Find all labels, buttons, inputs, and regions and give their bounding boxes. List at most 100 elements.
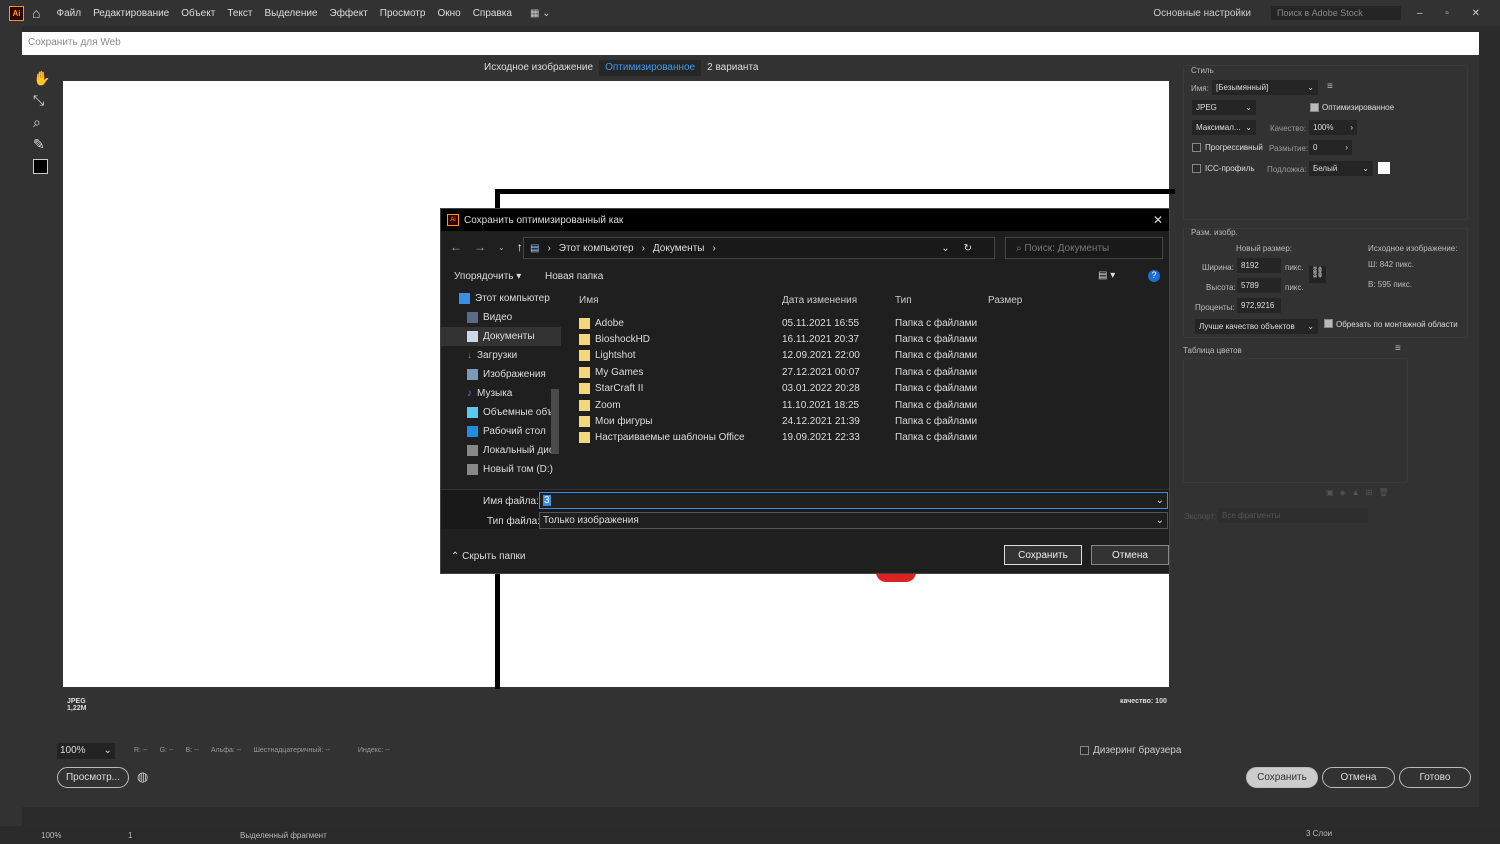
breadcrumb-computer[interactable]: Этот компьютер xyxy=(559,243,634,254)
arrange-docs-icon[interactable]: ▦ ⌄ xyxy=(530,8,551,19)
file-row[interactable]: Мои фигуры 24.12.2021 21:39 Папка с файлам… xyxy=(579,413,1159,429)
status-artboard[interactable]: 1 xyxy=(128,831,132,840)
quality-input[interactable]: 100% › xyxy=(1309,120,1357,135)
blur-input[interactable]: 0 › xyxy=(1309,140,1352,155)
nav-label: Загрузки xyxy=(477,350,518,361)
close-icon[interactable]: ✕ xyxy=(1153,213,1163,227)
sfw-tools: ✋ ⤡ ⌕ ✎ xyxy=(33,67,50,174)
preview-button[interactable]: Просмотр... xyxy=(57,767,129,788)
search-input[interactable]: ⌕ Поиск: Документы xyxy=(1005,237,1163,259)
folder-icon xyxy=(579,317,590,329)
nav-music[interactable]: ♪ Музыка xyxy=(441,384,561,403)
search-placeholder: Поиск: Документы xyxy=(1024,243,1110,254)
status-bar: 100% 1 Выделенный фрагмент 3 Слои xyxy=(0,827,1500,844)
file-row[interactable]: Настраиваемые шаблоны Office 19.09.2021 2… xyxy=(579,430,1159,446)
eyedropper-icon[interactable]: ✎ xyxy=(33,133,50,155)
back-icon[interactable]: ← xyxy=(450,240,462,254)
menu-help[interactable]: Справка xyxy=(473,8,512,19)
format-select[interactable]: JPEG ⌄ xyxy=(1192,100,1256,115)
forward-icon[interactable]: → xyxy=(474,240,486,254)
preset-select[interactable]: [Безымянный] ⌄ xyxy=(1212,80,1318,95)
up-icon[interactable]: ↑ xyxy=(517,240,523,254)
sfw-done-button[interactable]: Готово xyxy=(1399,767,1471,788)
filename-input[interactable]: 3 ⌄ xyxy=(539,492,1168,509)
status-zoom[interactable]: 100% xyxy=(41,831,61,840)
col-size[interactable]: Размер xyxy=(988,295,1048,306)
nav-scrollbar[interactable] xyxy=(551,389,559,454)
menu-type[interactable]: Текст xyxy=(227,8,252,19)
file-row[interactable]: Lightshot 12.09.2021 22:00 Папка с файлами xyxy=(579,348,1159,364)
nav-local-disk[interactable]: Локальный дис xyxy=(441,441,561,460)
link-icon[interactable]: ⛓ xyxy=(1309,266,1326,283)
matte-select[interactable]: Белый ⌄ xyxy=(1309,161,1373,176)
col-name[interactable]: Имя xyxy=(579,295,782,306)
file-row[interactable]: BioshockHD 16.11.2021 20:37 Папка с файлам… xyxy=(579,331,1159,347)
breadcrumb-documents[interactable]: Документы xyxy=(653,243,705,254)
slice-select-icon[interactable]: ⤡ xyxy=(33,89,50,111)
chevron-down-icon: ⌄ xyxy=(103,745,112,756)
hand-icon[interactable]: ✋ xyxy=(33,67,50,89)
col-type[interactable]: Тип xyxy=(895,295,988,306)
eyedropper-color-swatch[interactable] xyxy=(33,159,48,174)
icc-checkbox[interactable] xyxy=(1192,164,1201,173)
col-date[interactable]: Дата изменения xyxy=(782,295,895,306)
workspace-switcher[interactable]: Основные настройки xyxy=(1153,8,1251,19)
globe-icon[interactable]: ◍ xyxy=(137,769,148,785)
dialog-cancel-button[interactable]: Отмена xyxy=(1091,545,1169,565)
panel-menu-icon[interactable]: ≡ xyxy=(1327,81,1333,92)
file-name: Adobe xyxy=(595,317,624,329)
menu-effect[interactable]: Эффект xyxy=(330,8,368,19)
height-input[interactable]: 5789 xyxy=(1237,278,1281,293)
color-table-icons[interactable]: ▣◈▲⊞🗑 xyxy=(1326,488,1395,497)
file-row[interactable]: My Games 27.12.2021 00:07 Папка с файлами xyxy=(579,364,1159,380)
refresh-icon[interactable]: ⌄↻ xyxy=(941,243,986,254)
nav-volume-d[interactable]: Новый том (D:) xyxy=(441,460,561,479)
file-row[interactable]: StarCraft II 03.01.2022 20:28 Папка с файл… xyxy=(579,381,1159,397)
dialog-save-button[interactable]: Сохранить xyxy=(1004,545,1082,565)
menu-view[interactable]: Просмотр xyxy=(380,8,426,19)
view-options-icon[interactable]: ▤ ▾ xyxy=(1098,270,1115,281)
nav-documents[interactable]: Документы xyxy=(441,327,561,346)
recent-icon[interactable]: ⌄ xyxy=(498,243,505,254)
orig-width: Ш: 842 пикс. xyxy=(1368,260,1414,269)
menu-select[interactable]: Выделение xyxy=(265,8,318,19)
menu-edit[interactable]: Редактирование xyxy=(93,8,169,19)
file-row[interactable]: Adobe 05.11.2021 16:55 Папка с файлами xyxy=(579,315,1159,331)
stock-search[interactable]: Поиск в Adobe Stock xyxy=(1270,6,1401,20)
color-table-menu-icon[interactable]: ≡ xyxy=(1395,343,1401,354)
organize-button[interactable]: Упорядочить ▾ xyxy=(454,271,521,282)
file-row[interactable]: Zoom 11.10.2021 18:25 Папка с файлами xyxy=(579,397,1159,413)
help-icon[interactable]: ? xyxy=(1148,270,1160,282)
home-icon[interactable]: ⌂ xyxy=(32,5,40,21)
nav-3d-objects[interactable]: Объемные объ xyxy=(441,403,561,422)
sfw-save-button[interactable]: Сохранить xyxy=(1246,767,1318,788)
clip-checkbox[interactable] xyxy=(1324,319,1333,328)
filetype-select[interactable]: Только изображения ⌄ xyxy=(539,512,1168,529)
tab-original[interactable]: Исходное изображение xyxy=(478,60,599,76)
progressive-checkbox[interactable] xyxy=(1192,143,1201,152)
menu-file[interactable]: Файл xyxy=(56,8,81,19)
dither-checkbox[interactable] xyxy=(1080,746,1089,755)
matte-color-swatch[interactable] xyxy=(1378,162,1390,174)
address-bar[interactable]: ▤ › Этот компьютер › Документы › ⌄↻ xyxy=(523,237,995,259)
hide-folders-button[interactable]: ⌃ Скрыть папки xyxy=(451,551,525,562)
window-controls[interactable]: – ▫ ✕ xyxy=(1417,8,1490,19)
zoom-icon[interactable]: ⌕ xyxy=(33,111,50,133)
menu-window[interactable]: Окно xyxy=(437,8,460,19)
nav-video[interactable]: Видео xyxy=(441,308,561,327)
quality-preset-select[interactable]: Максимал... ⌄ xyxy=(1192,120,1256,135)
width-input[interactable]: 8192 xyxy=(1237,258,1281,273)
tab-2up[interactable]: 2 варианта xyxy=(701,60,764,76)
nav-this-pc[interactable]: Этот компьютер xyxy=(441,289,561,308)
resample-select[interactable]: Лучше качество объектов ⌄ xyxy=(1195,319,1318,334)
optimized-checkbox[interactable] xyxy=(1310,103,1319,112)
menu-object[interactable]: Объект xyxy=(181,8,215,19)
nav-pictures[interactable]: Изображения xyxy=(441,365,561,384)
zoom-select[interactable]: 100% ⌄ xyxy=(57,743,115,759)
new-folder-button[interactable]: Новая папка xyxy=(545,271,603,282)
percent-input[interactable]: 972,9216 xyxy=(1237,298,1281,313)
nav-downloads[interactable]: ↓ Загрузки xyxy=(441,346,561,365)
tab-optimized[interactable]: Оптимизированное xyxy=(599,60,702,76)
sfw-cancel-button[interactable]: Отмена xyxy=(1322,767,1395,788)
nav-desktop[interactable]: Рабочий стол xyxy=(441,422,561,441)
